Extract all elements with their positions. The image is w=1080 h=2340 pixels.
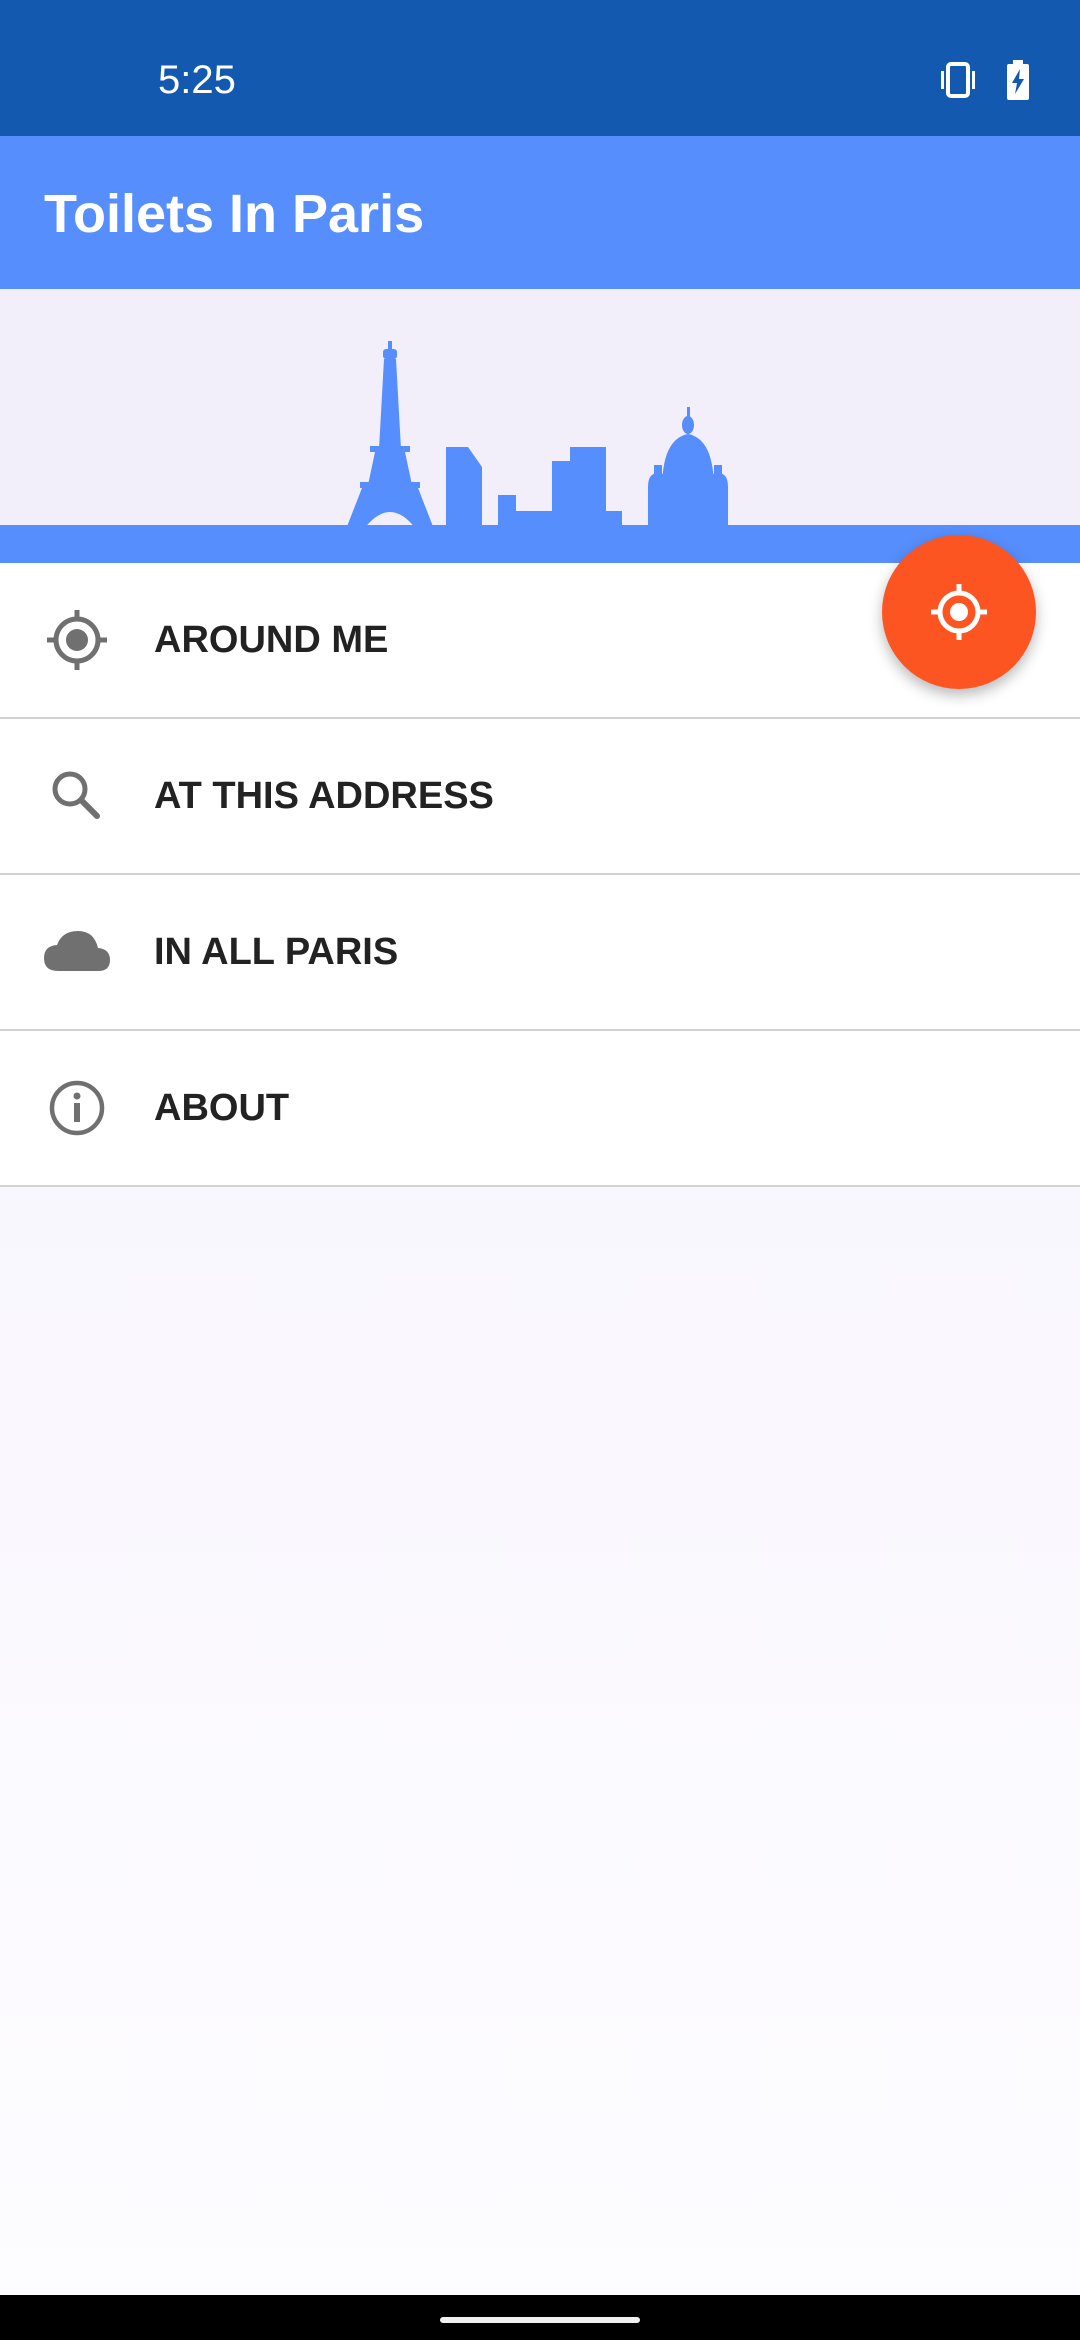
menu-item-about[interactable]: ABOUT (0, 1031, 1080, 1187)
page-title: Toilets In Paris (44, 184, 425, 244)
my-location-fab[interactable] (882, 535, 1036, 689)
status-time: 5:25 (158, 58, 236, 102)
menu-item-in-all-paris[interactable]: IN ALL PARIS (0, 875, 1080, 1031)
paris-skyline-icon (0, 341, 1080, 563)
info-icon (42, 1073, 112, 1143)
menu-item-label: AROUND ME (154, 619, 389, 661)
search-icon (42, 761, 112, 831)
menu-item-at-this-address[interactable]: AT THIS ADDRESS (0, 719, 1080, 875)
menu-item-label: ABOUT (154, 1087, 290, 1129)
crosshair-icon (42, 605, 112, 675)
home-gesture-handle[interactable] (440, 2317, 640, 2323)
vibrate-icon (941, 62, 975, 98)
header-banner (0, 289, 1080, 563)
cloud-icon (42, 917, 112, 987)
my-location-icon (931, 584, 987, 640)
status-icons (938, 60, 1030, 100)
battery-charging-icon (1007, 60, 1029, 100)
status-bar: 5:25 (0, 0, 1080, 136)
menu-item-label: IN ALL PARIS (154, 931, 399, 973)
menu-item-label: AT THIS ADDRESS (154, 775, 494, 817)
